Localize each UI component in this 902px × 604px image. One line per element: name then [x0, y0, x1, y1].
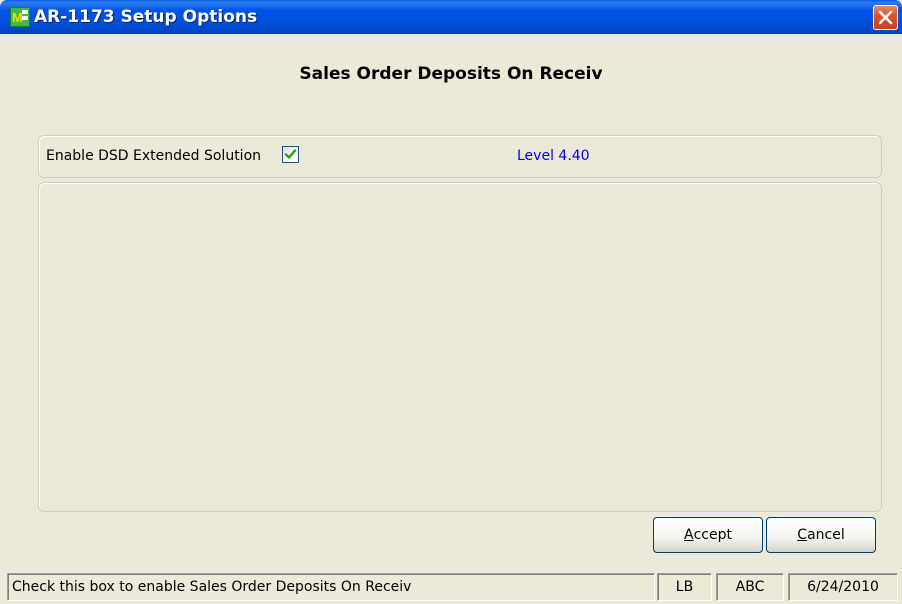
enable-extended-solution-label[interactable]: Enable DSD Extended Solution — [46, 148, 261, 164]
close-icon — [878, 10, 893, 25]
close-button[interactable] — [873, 5, 898, 30]
title-bar[interactable]: M AR-1173 Setup Options — [0, 0, 902, 34]
status-date: 6/24/2010 — [788, 573, 898, 601]
mas90-app-icon: M — [10, 7, 30, 27]
accept-button[interactable]: Accept — [653, 517, 763, 553]
page-title: Sales Order Deposits On Receiv — [299, 64, 603, 84]
accept-mnemonic: A — [684, 527, 694, 543]
enable-extended-solution-checkbox[interactable] — [282, 146, 299, 163]
status-user: LB — [657, 573, 712, 601]
window-title: AR-1173 Setup Options — [34, 7, 258, 27]
level-version-text: Level 4.40 — [517, 148, 590, 164]
status-message: Check this box to enable Sales Order Dep… — [7, 573, 655, 601]
cancel-label-rest: ancel — [807, 527, 845, 543]
main-content-panel — [38, 182, 882, 512]
checkmark-icon — [284, 149, 297, 159]
svg-text:M: M — [12, 10, 23, 25]
status-company: ABC — [716, 573, 784, 601]
cancel-mnemonic: C — [797, 527, 808, 543]
setup-options-window: M AR-1173 Setup Options Sales Order Depo… — [0, 0, 902, 604]
accept-label-rest: ccept — [693, 527, 732, 543]
cancel-button[interactable]: Cancel — [766, 517, 876, 553]
